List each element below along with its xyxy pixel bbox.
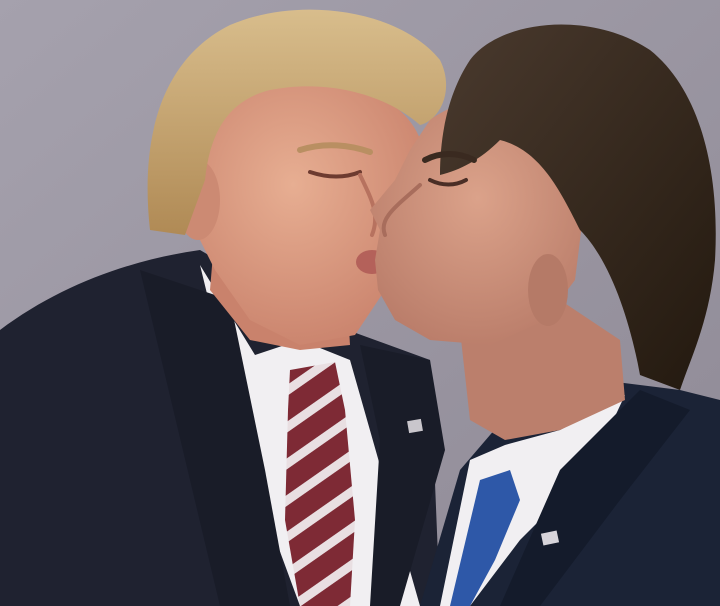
photo [0, 0, 720, 606]
photo-illustration [0, 0, 720, 606]
left-flag-pin-icon [407, 418, 423, 434]
right-ear [528, 254, 568, 326]
